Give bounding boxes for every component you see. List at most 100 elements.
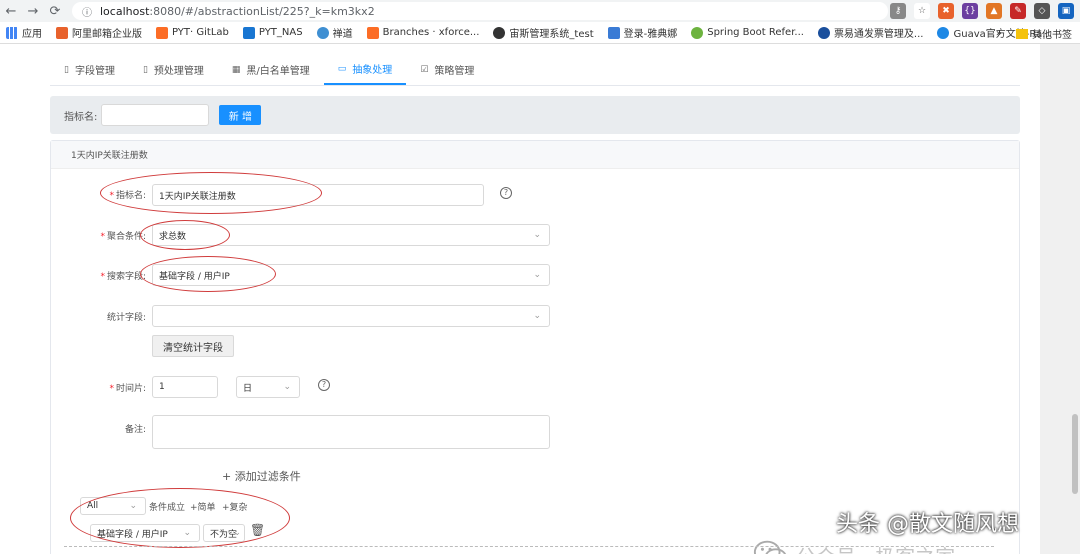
invoice-icon <box>817 26 830 39</box>
watermark: 公众号 · 极客之家 <box>752 536 965 554</box>
gitlab-icon <box>156 26 168 39</box>
search-field-select[interactable]: 基础字段 / 用户IP ⌄ <box>152 264 550 286</box>
bookmark-item[interactable]: 禅道 <box>316 25 353 40</box>
filter-field-select[interactable]: 基础字段 / 用户IP ⌄ <box>90 524 200 542</box>
url-path: :8080/#/abstractionList/225?_k=km3kx2 <box>149 4 375 18</box>
wechat-icon <box>753 540 787 554</box>
extension-icon[interactable]: ✎ <box>1010 3 1026 19</box>
apps-icon <box>6 26 18 39</box>
metric-name-input[interactable]: 1天内IP关联注册数 <box>152 184 484 206</box>
add-complex-filter-button[interactable]: +复杂 <box>222 500 248 513</box>
add-simple-filter-button[interactable]: +简单 <box>190 500 216 513</box>
card-title: 1天内IP关联注册数 <box>51 141 1019 169</box>
chevron-down-icon: ⌄ <box>533 230 541 240</box>
grid-icon: ▦ <box>231 64 241 75</box>
watermark-platform: 公众号 · 极客之家 <box>796 541 955 554</box>
search-bar: 指标名: 新 增 <box>50 96 1020 134</box>
nas-icon <box>242 26 255 39</box>
add-filter-button[interactable]: + 添加过滤条件 <box>222 468 301 484</box>
athena-icon <box>607 26 620 39</box>
tab-label: 字段管理 <box>74 66 115 77</box>
browser-toolbar: ← → ⟳ ⓘ localhost:8080/#/abstractionList… <box>0 0 1080 22</box>
key-icon[interactable]: ⚷ <box>890 3 906 19</box>
bookmark-item[interactable]: 阿里邮箱企业版 <box>56 25 142 40</box>
add-button[interactable]: 新 增 <box>219 105 262 125</box>
extension-icon[interactable]: ▲ <box>986 3 1002 19</box>
extension-icon[interactable]: ✖ <box>938 3 954 19</box>
tab-label: 策略管理 <box>434 66 475 77</box>
bookmark-label: 阿里邮箱企业版 <box>72 29 142 40</box>
bookmark-item[interactable]: 宙斯管理系统_test <box>493 25 594 40</box>
bookmark-item[interactable]: 票易通发票管理及... <box>817 25 924 40</box>
extension-icon[interactable]: ◇ <box>1034 3 1050 19</box>
search-field-value: 基础字段 / 用户IP <box>159 271 230 282</box>
watermark-author: 头条 @散文随风想 <box>836 512 1019 537</box>
chevron-down-icon: ⌄ <box>183 528 191 538</box>
filter-field-value: 基础字段 / 用户IP <box>97 529 168 540</box>
tab-abstraction[interactable]: ▭ 抽象处理 <box>323 54 407 85</box>
bookmark-label: PYT· GitLab <box>172 27 229 38</box>
stat-field-select[interactable]: ⌄ <box>152 305 550 327</box>
chevron-down-icon: ⌄ <box>233 528 241 538</box>
other-bookmarks[interactable]: » 其他书签 <box>996 26 1072 41</box>
delete-icon[interactable]: 🗑 <box>250 523 265 537</box>
star-icon[interactable]: ☆ <box>914 3 930 19</box>
address-bar[interactable]: ⓘ localhost:8080/#/abstractionList/225?_… <box>72 2 888 20</box>
scrollbar[interactable] <box>1040 44 1080 554</box>
metric-name-search-input[interactable] <box>101 104 210 126</box>
search-field-label: * 搜索字段: <box>100 272 146 282</box>
chevron-down-icon: ⌄ <box>283 382 291 392</box>
stat-field-label: 统计字段: <box>106 313 146 323</box>
tab-field-management[interactable]: ▯ 字段管理 <box>50 54 129 85</box>
reload-icon[interactable]: ⟳ <box>44 0 66 22</box>
tab-blackwhite-list[interactable]: ▦ 黑/白名单管理 <box>218 54 324 85</box>
bookmark-item[interactable]: 登录-雅典娜 <box>607 25 678 40</box>
help-icon[interactable]: ? <box>500 187 512 199</box>
bookmark-label: 票易通发票管理及... <box>833 29 924 40</box>
aggregation-value: 求总数 <box>159 231 187 242</box>
tab-bar: ▯ 字段管理 ▯ 预处理管理 ▦ 黑/白名单管理 ▭ 抽象处理 ☑ 策略管理 <box>50 54 1020 86</box>
chevron-down-icon: ⌄ <box>533 270 541 280</box>
time-label: * 时间片: <box>109 384 146 394</box>
time-unit-value: 日 <box>243 383 253 394</box>
globe-icon <box>493 26 506 39</box>
file-icon: ▯ <box>64 64 69 75</box>
aggregation-select[interactable]: 求总数 ⌄ <box>152 224 550 246</box>
clear-stat-field-button[interactable]: 清空统计字段 <box>152 335 234 357</box>
edit-icon: ☑ <box>420 64 429 75</box>
guava-icon <box>937 26 950 39</box>
bookmark-apps[interactable]: 应用 <box>6 25 42 40</box>
scrollbar-thumb[interactable] <box>1072 414 1078 494</box>
zentao-icon <box>316 26 329 39</box>
bookmark-label: Branches · xforce... <box>382 27 480 38</box>
chevron-down-icon: ⌄ <box>533 311 541 321</box>
extension-icon[interactable]: {} <box>962 3 978 19</box>
help-icon[interactable]: ? <box>318 379 330 391</box>
app-content: ▯ 字段管理 ▯ 预处理管理 ▦ 黑/白名单管理 ▭ 抽象处理 ☑ 策略管理 指标名: 新… <box>0 44 1040 554</box>
bookmark-item[interactable]: Spring Boot Refer... <box>691 26 804 39</box>
gitlab-icon <box>366 26 379 39</box>
edit-icon: ▭ <box>337 63 347 74</box>
filter-match-select[interactable]: All ⌄ <box>80 497 146 515</box>
bookmark-label: 禅道 <box>332 29 353 40</box>
bookmark-item[interactable]: PYT_NAS <box>242 26 303 39</box>
bookmark-label: 登录-雅典娜 <box>623 29 678 40</box>
time-slice-input[interactable]: 1 <box>152 376 218 398</box>
bookmark-label: Spring Boot Refer... <box>707 27 804 38</box>
extension-icon[interactable]: ▣ <box>1058 3 1074 19</box>
filter-operator-select[interactable]: 不为空 ⌄ <box>203 524 245 542</box>
filter-match-value: All <box>87 501 99 511</box>
remark-textarea[interactable] <box>152 415 550 449</box>
bookmark-item[interactable]: PYT· GitLab <box>156 26 229 39</box>
bookmark-item[interactable]: Branches · xforce... <box>366 26 480 39</box>
forward-icon[interactable]: → <box>22 0 44 22</box>
more-bookmarks-chevron[interactable]: » <box>996 28 1002 39</box>
back-icon[interactable]: ← <box>0 0 22 22</box>
tab-strategy-management[interactable]: ☑ 策略管理 <box>406 54 488 85</box>
time-unit-select[interactable]: 日 ⌄ <box>236 376 300 398</box>
agg-label: * 聚合条件: <box>100 232 146 242</box>
search-label: 指标名: <box>64 111 98 123</box>
spring-icon <box>691 26 704 39</box>
watermark-author-wrap: 头条 @散文随风想 <box>836 506 1019 538</box>
tab-preprocess-management[interactable]: ▯ 预处理管理 <box>129 54 218 85</box>
